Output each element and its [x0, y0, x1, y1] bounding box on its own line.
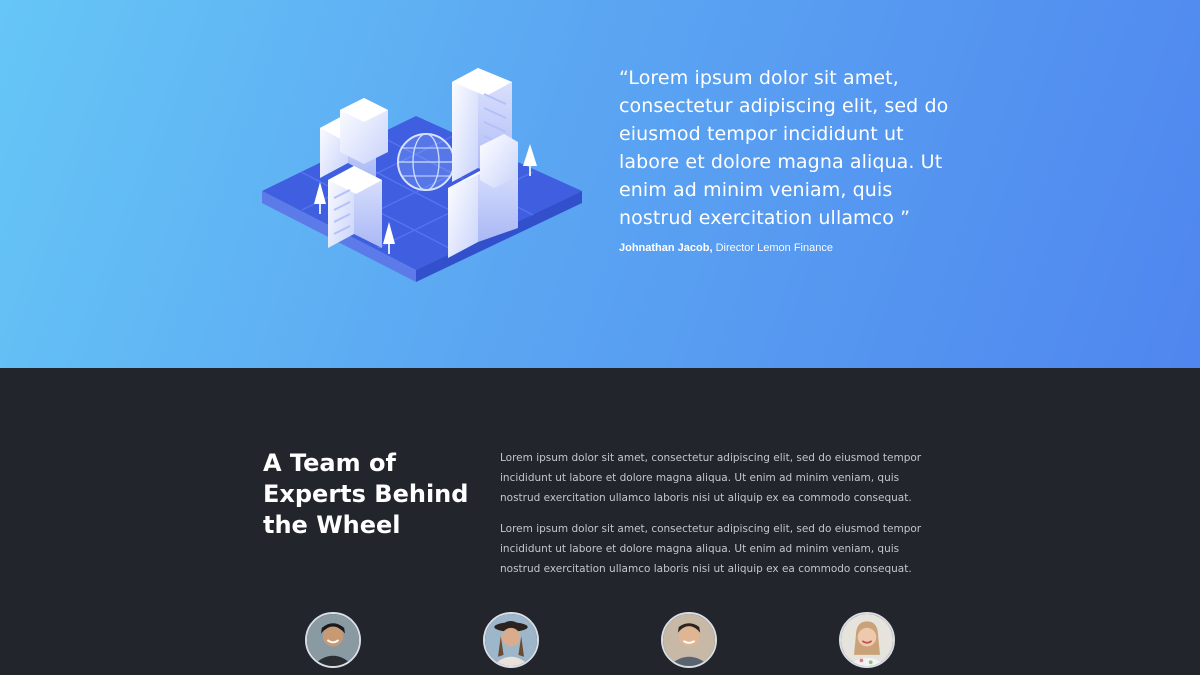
team-avatar-3[interactable] [661, 612, 717, 668]
team-paragraph: Lorem ipsum dolor sit amet, consectetur … [500, 452, 922, 504]
team-paragraph: Lorem ipsum dolor sit amet, consectetur … [500, 523, 922, 575]
testimonial-author-name: Johnathan Jacob, [619, 242, 713, 254]
team-avatar-2[interactable] [483, 612, 539, 668]
testimonial-section: “Lorem ipsum dolor sit amet, consectetur… [0, 0, 1200, 368]
testimonial-quote: “Lorem ipsum dolor sit amet, consectetur… [619, 67, 949, 229]
testimonial-attribution: Johnathan Jacob, Director Lemon Finance [619, 241, 949, 255]
team-avatars [0, 612, 1200, 672]
testimonial: “Lorem ipsum dolor sit amet, consectetur… [619, 64, 949, 255]
testimonial-author-role: Director Lemon Finance [712, 242, 833, 254]
city-globe-illustration [262, 68, 582, 282]
team-avatar-1[interactable] [305, 612, 361, 668]
team-avatar-4[interactable] [839, 612, 895, 668]
team-heading: A Team of Experts Behind the Wheel [263, 449, 469, 539]
team-description: Lorem ipsum dolor sit amet, consectetur … [500, 448, 940, 590]
team-section: A Team of Experts Behind the Wheel Lorem… [0, 368, 1200, 675]
